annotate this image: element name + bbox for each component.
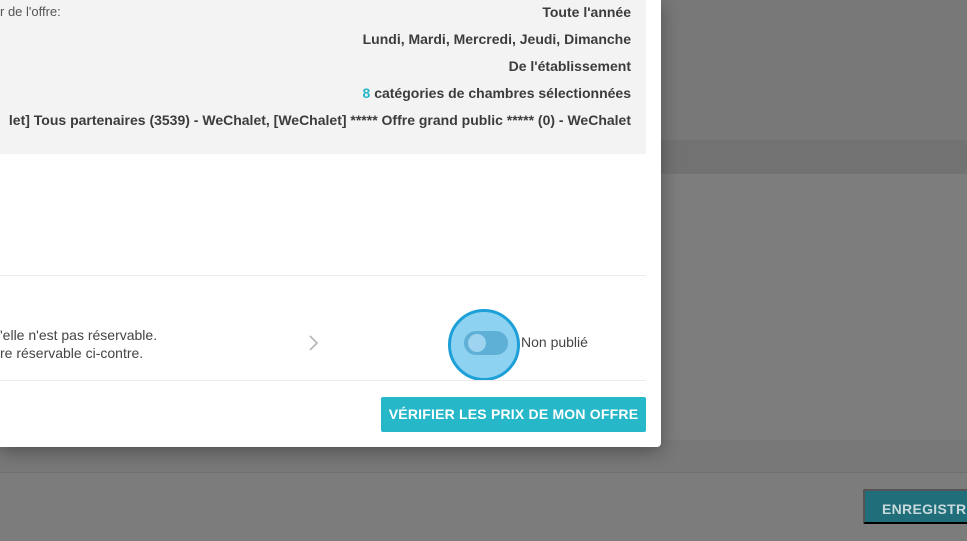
backdrop-header-strip <box>661 140 967 174</box>
summary-days: Lundi, Mardi, Mercredi, Jeudi, Dimanche <box>362 31 631 47</box>
section-divider <box>0 275 646 276</box>
offer-modal: r de l'offre: Toute l'année Lundi, Mardi… <box>0 0 661 447</box>
room-text: catégories de chambres sélectionnées <box>370 85 631 101</box>
summary-period: Toute l'année <box>542 4 631 20</box>
verify-prices-button[interactable]: VÉRIFIER LES PRIX DE MON OFFRE <box>381 397 646 432</box>
toggle-knob <box>468 334 486 352</box>
booking-message-line2: re réservable ci-contre. <box>0 345 144 361</box>
booking-message-line1: 'elle n'est pas réservable. <box>0 327 158 343</box>
publish-toggle-label: Non publié <box>521 334 588 350</box>
summary-partners: let] Tous partenaires (3539) - WeChalet,… <box>8 112 631 128</box>
save-button[interactable]: ENREGISTRE <box>863 489 967 524</box>
summary-rooms: 8 catégories de chambres sélectionnées <box>363 85 631 101</box>
footer-divider <box>0 380 646 381</box>
summary-label: r de l'offre: <box>0 4 61 19</box>
summary-source: De l'établissement <box>508 58 631 74</box>
chevron-right-icon <box>309 335 319 351</box>
offer-summary-panel: r de l'offre: Toute l'année Lundi, Mardi… <box>0 0 646 154</box>
backdrop-panel <box>661 174 967 440</box>
backdrop-footer <box>0 473 967 541</box>
